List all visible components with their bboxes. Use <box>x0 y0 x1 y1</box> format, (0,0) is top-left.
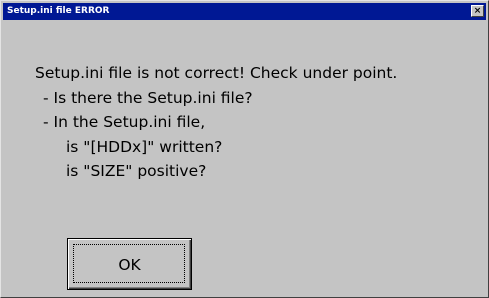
message-line: is "[HDDx]" written? <box>66 137 223 156</box>
error-dialog: Setup.ini file ERROR × Setup.ini file is… <box>0 0 489 298</box>
error-message: Setup.ini file is not correct! Check und… <box>35 61 397 184</box>
message-line: - Is there the Setup.ini file? <box>43 88 253 107</box>
message-line: is "SIZE" positive? <box>66 162 207 180</box>
ok-button-label: OK <box>118 256 141 274</box>
window-title: Setup.ini file ERROR <box>7 6 110 16</box>
close-icon: × <box>473 6 482 16</box>
title-bar[interactable]: Setup.ini file ERROR × <box>3 3 486 20</box>
message-line: Setup.ini file is not correct! Check und… <box>35 64 398 82</box>
ok-button[interactable]: OK <box>67 238 192 290</box>
close-button[interactable]: × <box>471 5 484 17</box>
message-line: - In the Setup.ini file, <box>43 113 206 131</box>
